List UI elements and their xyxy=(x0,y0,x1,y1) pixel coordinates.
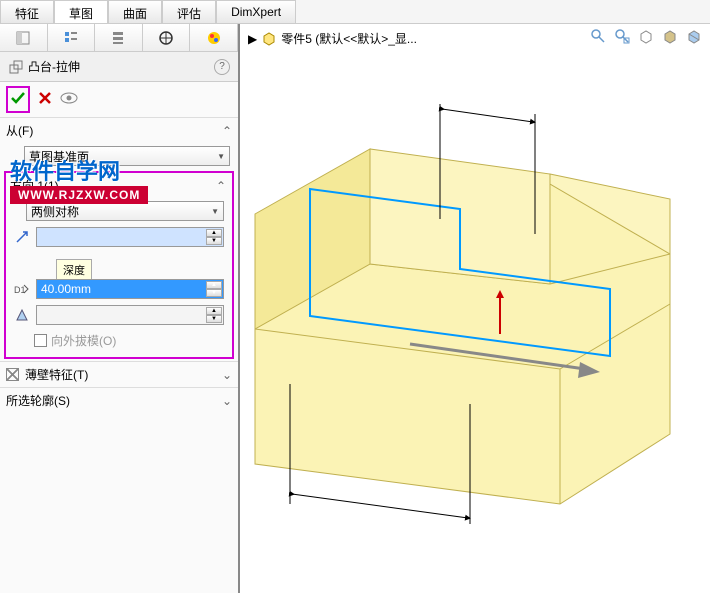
contour-label: 所选轮廓(S) xyxy=(6,392,70,409)
breadcrumb-part-name[interactable]: 零件5 (默认<<默认>_显... xyxy=(281,30,417,47)
breadcrumb: ▶ 零件5 (默认<<默认>_显... xyxy=(248,30,417,47)
depth-icon: D1 xyxy=(12,281,32,297)
expand-icon: ⌄ xyxy=(222,368,232,382)
tab-feature[interactable]: 特征 xyxy=(0,0,54,23)
tab-surface[interactable]: 曲面 xyxy=(108,0,162,23)
end-condition-combo[interactable]: 两侧对称 xyxy=(26,201,224,221)
zoom-fit-icon[interactable] xyxy=(588,26,608,46)
reverse-direction-icon[interactable] xyxy=(12,230,32,244)
from-label: 从(F) xyxy=(6,122,33,139)
3d-model[interactable] xyxy=(240,54,710,614)
preview-icon[interactable] xyxy=(60,91,78,108)
zoom-area-icon[interactable] xyxy=(612,26,632,46)
feature-title-label: 凸台-拉伸 xyxy=(28,58,80,75)
tab-sketch[interactable]: 草图 xyxy=(54,0,108,23)
panel-tab-feature-tree[interactable] xyxy=(0,24,48,51)
display-style-icon[interactable] xyxy=(660,26,680,46)
panel-tab-config[interactable] xyxy=(95,24,143,51)
spin-down[interactable]: ▼ xyxy=(206,315,222,323)
spin-down[interactable]: ▼ xyxy=(206,289,222,297)
spin-up[interactable]: ▲ xyxy=(206,281,222,289)
collapse-icon: ⌃ xyxy=(222,124,232,138)
section-view-icon[interactable] xyxy=(684,26,704,46)
command-tabs: 特征 草图 曲面 评估 DimXpert xyxy=(0,0,710,24)
contour-section-header[interactable]: 所选轮廓(S) ⌄ xyxy=(0,387,238,413)
thin-checkbox[interactable] xyxy=(6,368,19,381)
tab-evaluate[interactable]: 评估 xyxy=(162,0,216,23)
cancel-button[interactable] xyxy=(38,91,52,108)
ok-button[interactable] xyxy=(6,86,30,113)
view-orientation-icon[interactable] xyxy=(636,26,656,46)
draft-outward-checkbox[interactable] xyxy=(34,334,47,347)
spin-down[interactable]: ▼ xyxy=(206,237,222,245)
draft-angle-input[interactable]: ▲▼ xyxy=(36,305,224,325)
part-icon xyxy=(261,31,277,47)
feature-panel: 凸台-拉伸 ? 从(F) ⌃ 草图基准面 方向 1(1) ⌃ 两侧对称 xyxy=(0,24,240,593)
help-button[interactable]: ? xyxy=(214,59,230,75)
draft-icon[interactable] xyxy=(12,307,32,323)
extrude-icon xyxy=(8,59,24,75)
panel-tab-dimxpert[interactable] xyxy=(143,24,191,51)
direction-field[interactable]: ▲▼ xyxy=(36,227,224,247)
watermark: 软件自学网 WWW.RJZXW.COM xyxy=(10,154,148,204)
watermark-url: WWW.RJZXW.COM xyxy=(10,186,148,204)
panel-tab-property[interactable] xyxy=(48,24,96,51)
view-toolbar xyxy=(588,26,704,46)
panel-tab-appearance[interactable] xyxy=(190,24,238,51)
spin-up[interactable]: ▲ xyxy=(206,307,222,315)
thin-section-header[interactable]: 薄壁特征(T) ⌄ xyxy=(0,361,238,387)
draft-outward-label: 向外拔模(O) xyxy=(51,332,116,349)
depth-tooltip: 深度 xyxy=(56,259,92,281)
tab-dimxpert[interactable]: DimXpert xyxy=(216,0,296,23)
expand-icon: ⌄ xyxy=(222,394,232,408)
graphics-viewport[interactable]: ▶ 零件5 (默认<<默认>_显... xyxy=(240,24,710,593)
thin-label: 薄壁特征(T) xyxy=(25,366,88,383)
breadcrumb-arrow[interactable]: ▶ xyxy=(248,32,257,46)
svg-text:D1: D1 xyxy=(14,285,26,295)
collapse-icon: ⌃ xyxy=(216,179,226,193)
spin-up[interactable]: ▲ xyxy=(206,229,222,237)
from-section-header[interactable]: 从(F) ⌃ xyxy=(0,118,238,143)
depth-value: 40.00mm xyxy=(41,282,91,296)
depth-input[interactable]: 40.00mm ▲▼ xyxy=(36,279,224,299)
watermark-text: 软件自学网 xyxy=(10,154,148,186)
